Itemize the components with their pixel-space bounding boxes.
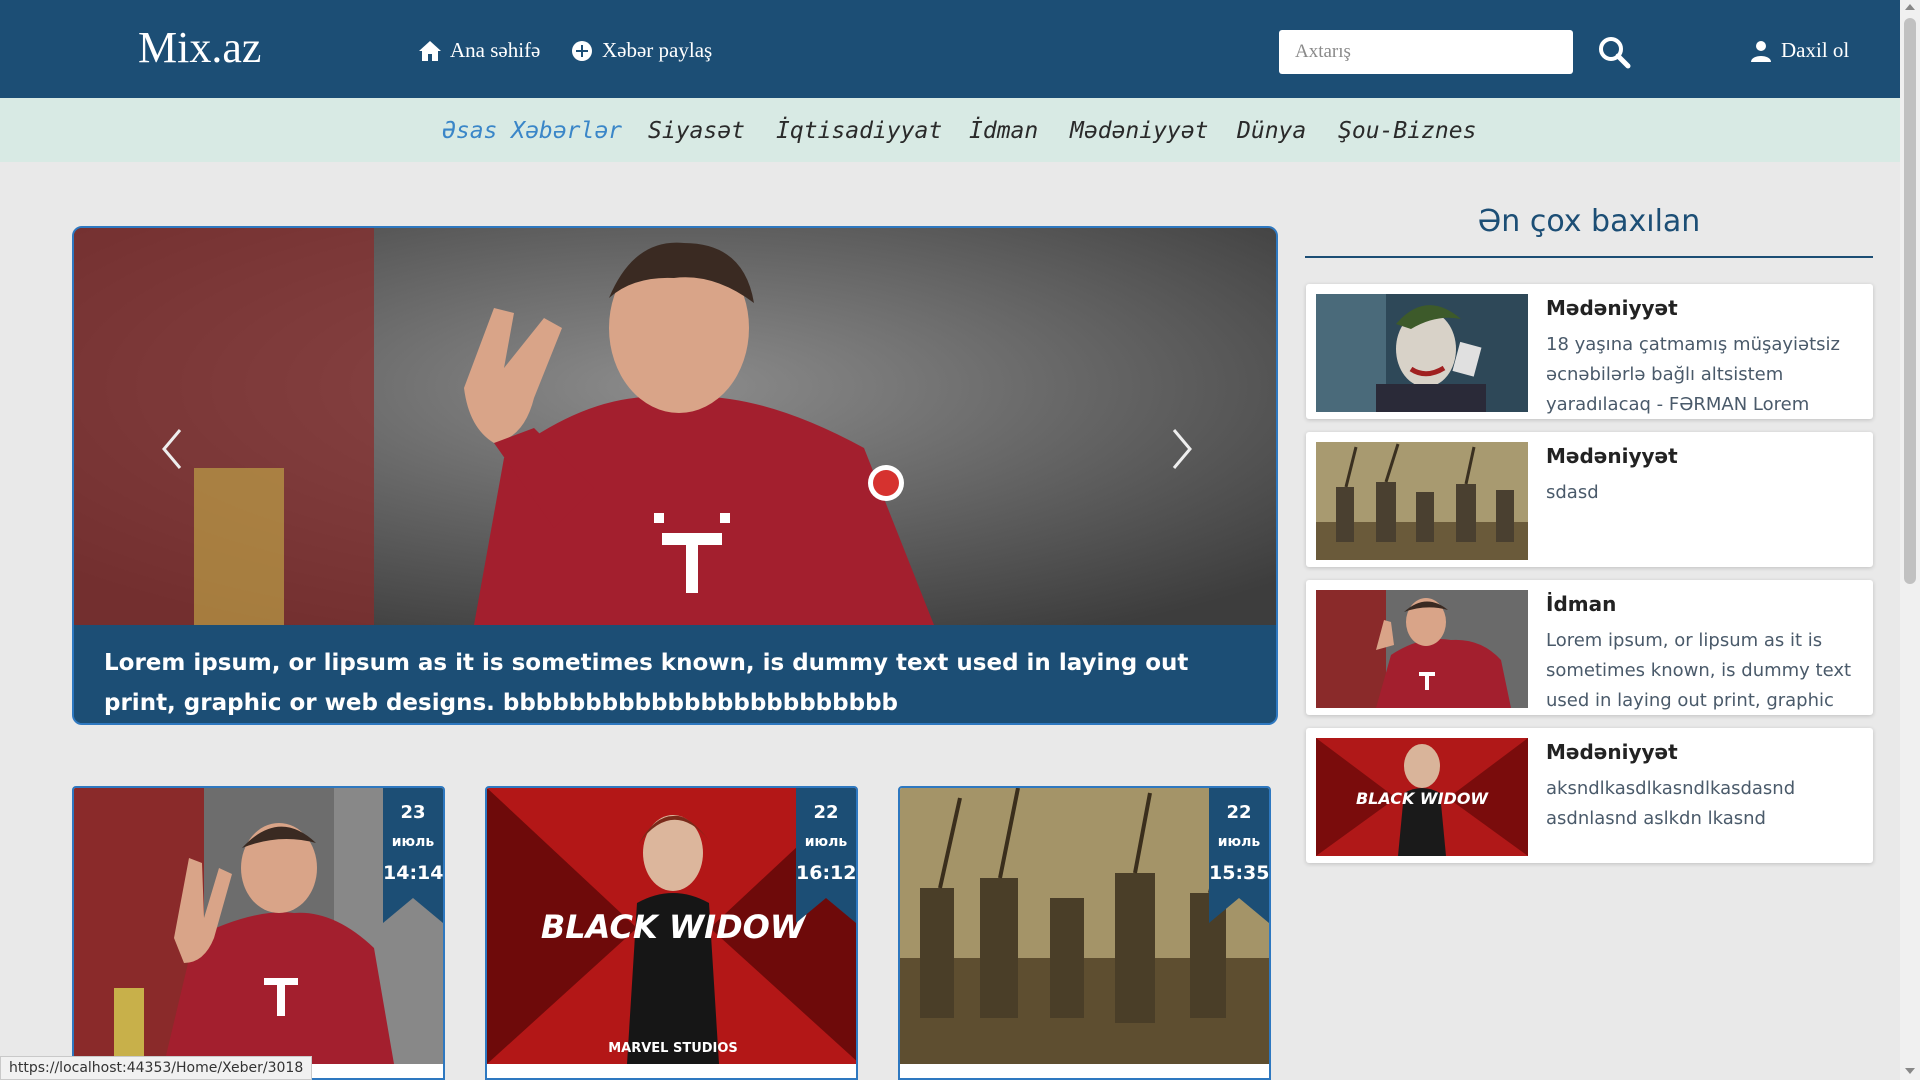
date-time: 16:12	[796, 862, 857, 884]
football-player-thumbnail[interactable]	[1316, 590, 1528, 708]
date-time: 14:14	[383, 862, 444, 884]
date-time: 15:35	[1209, 862, 1270, 884]
most-viewed-category: İdman	[1546, 592, 1617, 616]
slider-image[interactable]	[74, 228, 1276, 625]
most-viewed-text[interactable]: 18 yaşına çatmamış müşayiətsiz əcnəbilər…	[1546, 330, 1864, 416]
most-viewed-category: Mədəniyyət	[1546, 296, 1678, 320]
most-viewed-category: Mədəniyyət	[1546, 740, 1678, 764]
search-icon	[1599, 37, 1631, 69]
date-badge: 22 июль 15:35	[1209, 788, 1269, 923]
thumbnail-poster-title: BLACK WIDOW	[1356, 789, 1489, 808]
category-sport[interactable]: İdman	[969, 118, 1038, 144]
category-culture[interactable]: Mədəniyyət	[1070, 118, 1208, 144]
page-scrollbar[interactable]	[1900, 0, 1920, 1080]
black-widow-thumbnail[interactable]: BLACK WIDOW	[1316, 738, 1528, 856]
category-nav: Əsas Xəbərlər Siyasət İqtisadiyyat İdman…	[0, 98, 1900, 162]
joker-thumbnail[interactable]	[1316, 294, 1528, 412]
share-news-link[interactable]: Xəbər paylaş	[570, 38, 712, 63]
category-showbiz[interactable]: Şou-Biznes	[1338, 118, 1476, 144]
news-card[interactable]: 22 июль 15:35	[898, 786, 1271, 1080]
date-day: 22	[813, 802, 839, 823]
date-badge: 22 июль 16:12	[796, 788, 856, 923]
site-logo[interactable]: Mix.az	[138, 22, 261, 73]
slider-next-button[interactable]	[1164, 424, 1200, 474]
status-url: https://localhost:44353/Home/Xeber/3018	[0, 1056, 313, 1080]
home-link[interactable]: Ana səhifə	[418, 38, 540, 63]
news-card[interactable]: 23 июль 14:14	[72, 786, 445, 1080]
category-economy[interactable]: İqtisadiyyat	[776, 118, 942, 144]
most-viewed-text[interactable]: Lorem ipsum, or lipsum as it is sometime…	[1546, 626, 1864, 712]
home-link-label: Ana səhifə	[450, 38, 541, 62]
most-viewed-item[interactable]: İdman Lorem ipsum, or lipsum as it is so…	[1306, 580, 1873, 715]
most-viewed-text[interactable]: sdasd	[1546, 478, 1864, 564]
date-badge: 23 июль 14:14	[383, 788, 443, 923]
slider-prev-button[interactable]	[154, 424, 190, 474]
poster-title: BLACK WIDOW	[541, 908, 807, 946]
most-viewed-item[interactable]: Mədəniyyət 18 yaşına çatmamış müşayiətsi…	[1306, 284, 1873, 419]
date-day: 23	[400, 802, 426, 823]
most-viewed-text[interactable]: aksndlkasdlkasndlkasdasnd asdnlasnd aslk…	[1546, 774, 1864, 860]
scroll-down-icon[interactable]	[1904, 1066, 1916, 1076]
search-button[interactable]	[1596, 34, 1632, 70]
date-month: июль	[1217, 834, 1261, 850]
category-politics[interactable]: Siyasət	[648, 118, 745, 144]
login-label: Daxil ol	[1781, 38, 1850, 62]
scrollbar-thumb[interactable]	[1904, 18, 1916, 584]
user-icon	[1751, 40, 1771, 62]
warriors-thumbnail[interactable]	[1316, 442, 1528, 560]
news-card[interactable]: BLACK WIDOW MARVEL STUDIOS 22 июль 16:12	[485, 786, 858, 1080]
poster-studio: MARVEL STUDIOS	[608, 1041, 738, 1056]
top-header: Mix.az Ana səhifə Xəbər paylaş Daxil ol	[0, 0, 1900, 98]
chevron-right-icon	[1172, 429, 1192, 469]
most-viewed-category: Mədəniyyət	[1546, 444, 1678, 468]
share-news-label: Xəbər paylaş	[602, 38, 713, 62]
news-slider[interactable]: Lorem ipsum, or lipsum as it is sometime…	[72, 226, 1278, 725]
search-input[interactable]	[1279, 30, 1573, 74]
date-day: 22	[1226, 802, 1252, 823]
plus-circle-icon	[572, 40, 592, 61]
most-viewed-item[interactable]: BLACK WIDOW Mədəniyyət aksndlkasdlkasndl…	[1306, 728, 1873, 863]
most-viewed-title: Ən çox baxılan	[1477, 204, 1701, 239]
most-viewed-divider	[1305, 256, 1873, 258]
date-month: июль	[804, 834, 848, 850]
most-viewed-item[interactable]: Mədəniyyət sdasd	[1306, 432, 1873, 567]
date-month: июль	[391, 834, 435, 850]
slider-caption[interactable]: Lorem ipsum, or lipsum as it is sometime…	[74, 625, 1276, 723]
chevron-left-icon	[162, 429, 182, 469]
home-icon	[419, 40, 441, 61]
login-link[interactable]: Daxil ol	[1749, 38, 1849, 63]
category-main-news[interactable]: Əsas Xəbərlər	[442, 118, 622, 144]
scroll-up-icon[interactable]	[1904, 2, 1916, 12]
category-world[interactable]: Dünya	[1237, 118, 1306, 144]
